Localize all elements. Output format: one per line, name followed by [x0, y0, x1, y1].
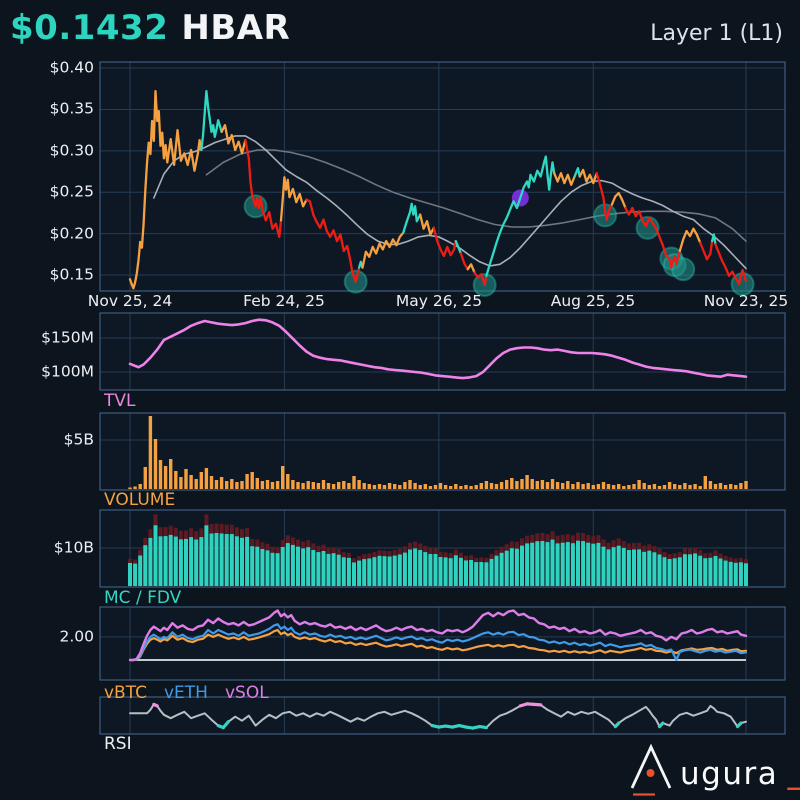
- asset-category: Layer 1 (L1): [650, 21, 783, 46]
- hbar-dashboard: $0.1432 HBAR Layer 1 (L1) $0.40 $0.35 $0…: [0, 0, 800, 800]
- tvl-ytick: $100M: [0, 363, 94, 381]
- asset-symbol: HBAR: [181, 8, 290, 48]
- augura-triangle-icon: [627, 743, 675, 799]
- ratio-legend: vBTC vETH vSOL: [104, 683, 269, 703]
- rsi-panel-label: RSI: [104, 734, 132, 754]
- price-ytick: $0.30: [0, 142, 94, 160]
- mc-fdv-ytick: $10B: [0, 539, 94, 557]
- volume-ytick: $5B: [0, 431, 94, 449]
- volume-panel-label: VOLUME: [104, 490, 175, 510]
- brand-underscore: _: [787, 763, 800, 789]
- header: $0.1432 HBAR: [10, 8, 290, 48]
- legend-item-veth: vETH: [164, 683, 208, 703]
- mc-fdv-panel-label: MC / FDV: [104, 588, 181, 608]
- date-xtick: Feb 24, 25: [243, 292, 325, 310]
- price-ytick: $0.20: [0, 225, 94, 243]
- price-ytick: $0.25: [0, 183, 94, 201]
- price-ytick: $0.15: [0, 266, 94, 284]
- ratio-ytick: 2.00: [0, 628, 94, 646]
- date-xtick: Nov 23, 25: [704, 292, 788, 310]
- price-ytick: $0.40: [0, 59, 94, 77]
- date-xtick: Nov 25, 24: [88, 292, 172, 310]
- brand-text: ugura: [680, 759, 778, 790]
- date-xtick: May 26, 25: [396, 292, 482, 310]
- tvl-panel-label: TVL: [104, 391, 136, 411]
- date-xtick: Aug 25, 25: [551, 292, 636, 310]
- legend-item-vbtc: vBTC: [104, 683, 147, 703]
- price-ytick: $0.35: [0, 100, 94, 118]
- tvl-ytick: $150M: [0, 329, 94, 347]
- current-price: $0.1432: [10, 8, 168, 48]
- legend-item-vsol: vSOL: [225, 683, 269, 703]
- brand-logo: ugura _: [627, 743, 800, 799]
